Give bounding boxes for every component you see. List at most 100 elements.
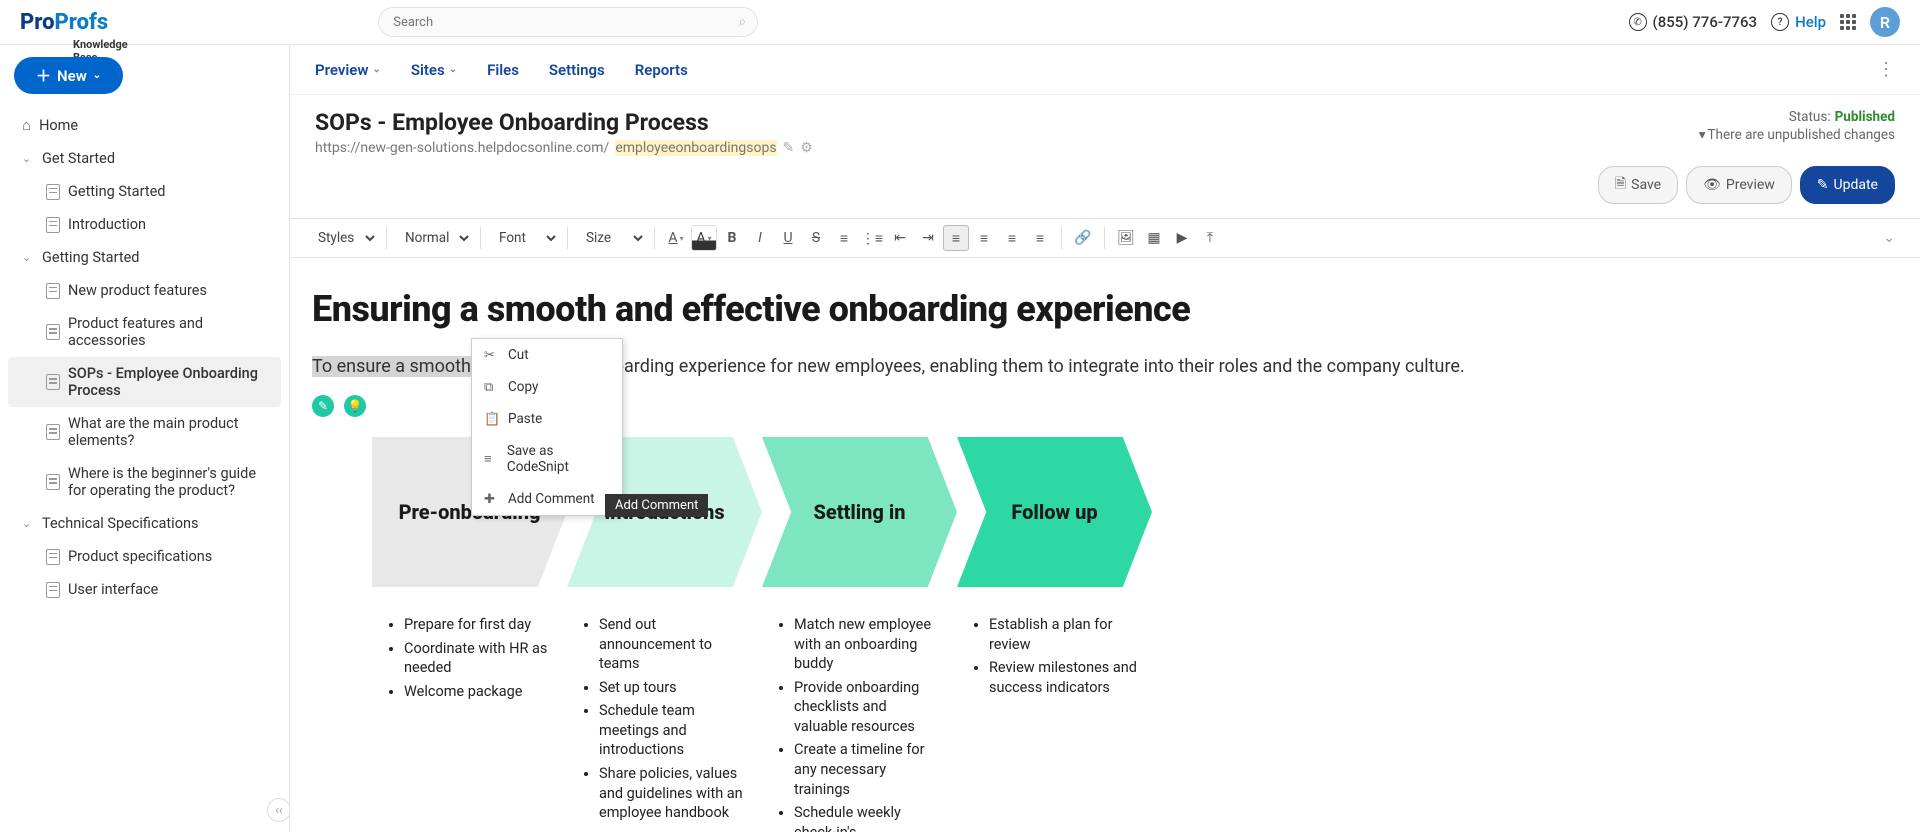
- ai-suggest-icon[interactable]: ✎: [312, 395, 334, 417]
- status-value: Published: [1835, 109, 1895, 125]
- apps-menu-icon[interactable]: [1840, 14, 1856, 30]
- page-icon: [46, 324, 60, 340]
- ctx-copy[interactable]: ⧉Copy: [472, 371, 622, 403]
- collapse-sidebar-icon[interactable]: ‹‹: [267, 798, 290, 822]
- phone-number: (855) 776-7763: [1653, 13, 1758, 31]
- top-bar: ProProfs Knowledge Base ⌕ ✆ (855) 776-77…: [0, 0, 1920, 45]
- underline-button[interactable]: U: [775, 225, 801, 251]
- ai-idea-icon[interactable]: 💡: [344, 395, 366, 417]
- page-icon: [46, 374, 60, 390]
- strike-button[interactable]: S: [803, 225, 829, 251]
- ctx-cut[interactable]: ✂Cut: [472, 339, 622, 371]
- sidebar-section-getting-started-2[interactable]: ⌄Getting Started: [8, 241, 281, 274]
- ordered-list-button[interactable]: ≡: [831, 225, 857, 251]
- indent-button[interactable]: ⇥: [915, 225, 941, 251]
- sidebar-item-product-specs[interactable]: Product specifications: [8, 540, 281, 573]
- help-icon: ?: [1771, 13, 1789, 31]
- sidebar-item-introduction[interactable]: Introduction: [8, 208, 281, 241]
- sidebar-item-main-elements[interactable]: What are the main product elements?: [8, 407, 281, 457]
- ctx-add-comment[interactable]: ✚Add Comment: [472, 483, 622, 515]
- process-step-3: Settling in: [762, 437, 957, 587]
- menu-reports[interactable]: Reports: [635, 61, 688, 79]
- sidebar: ＋ New ⌄ ⌂Home ⌄Get Started Getting Start…: [0, 45, 290, 832]
- phone-icon: ✆: [1629, 13, 1647, 31]
- table-button[interactable]: ▦: [1141, 225, 1167, 251]
- menu-bar: Preview ⌄ Sites ⌄ Files Settings Reports…: [290, 45, 1920, 95]
- col-3: Match new employee with an onboarding bu…: [762, 615, 957, 832]
- sidebar-item-new-product-features[interactable]: New product features: [8, 274, 281, 307]
- page-title: SOPs - Employee Onboarding Process: [315, 109, 1699, 136]
- size-select[interactable]: Size: [576, 225, 646, 251]
- logo[interactable]: ProProfs: [20, 10, 108, 35]
- menu-settings[interactable]: Settings: [549, 61, 605, 79]
- align-justify-button[interactable]: ≡: [1027, 225, 1053, 251]
- save-button[interactable]: 🗎Save: [1598, 166, 1678, 204]
- align-center-button[interactable]: ≡: [971, 225, 997, 251]
- image-button[interactable]: 🖼: [1113, 225, 1139, 251]
- eye-icon: 👁: [1703, 177, 1721, 193]
- col-2: Send out announcement to teamsSet up tou…: [567, 615, 762, 832]
- sidebar-item-product-features[interactable]: Product features and accessories: [8, 307, 281, 357]
- comment-icon: ✚: [484, 492, 498, 507]
- bg-color-button[interactable]: A: [691, 225, 717, 251]
- page-icon: [46, 217, 60, 233]
- edit-icon[interactable]: ✎: [783, 140, 795, 156]
- italic-button[interactable]: I: [747, 225, 773, 251]
- pencil-icon: ✎: [1817, 177, 1829, 193]
- editor-toolbar: Styles Normal Font Size A A B I U S ≡ ⋮≡…: [290, 218, 1920, 258]
- upload-button[interactable]: ⤒: [1197, 225, 1223, 251]
- save-icon: 🗎: [1615, 173, 1626, 197]
- update-button[interactable]: ✎Update: [1800, 166, 1895, 204]
- format-select[interactable]: Normal: [395, 225, 472, 251]
- outdent-button[interactable]: ⇤: [887, 225, 913, 251]
- col-1: Prepare for first dayCoordinate with HR …: [372, 615, 567, 832]
- phone-link[interactable]: ✆ (855) 776-7763: [1629, 13, 1758, 31]
- gear-icon[interactable]: ⚙: [800, 140, 813, 156]
- sidebar-section-get-started[interactable]: ⌄Get Started: [8, 142, 281, 175]
- sidebar-item-sops[interactable]: SOPs - Employee Onboarding Process: [8, 357, 281, 407]
- avatar[interactable]: R: [1870, 7, 1900, 37]
- status-label: Status:: [1789, 109, 1831, 125]
- sidebar-section-technical[interactable]: ⌄Technical Specifications: [8, 507, 281, 540]
- page-icon: [46, 184, 60, 200]
- page-icon: [46, 549, 60, 565]
- text-color-button[interactable]: A: [663, 225, 689, 251]
- chevron-down-icon: ⌄: [22, 517, 34, 530]
- styles-select[interactable]: Styles: [308, 225, 378, 251]
- cut-icon: ✂: [484, 348, 498, 363]
- help-label: Help: [1795, 13, 1826, 31]
- home-icon: ⌂: [22, 116, 31, 134]
- sidebar-item-beginners-guide[interactable]: Where is the beginner's guide for operat…: [8, 457, 281, 507]
- link-button[interactable]: 🔗: [1070, 225, 1096, 251]
- new-button[interactable]: ＋ New ⌄: [14, 57, 123, 94]
- copy-icon: ⧉: [484, 380, 498, 395]
- align-left-button[interactable]: ≡: [943, 225, 969, 251]
- more-menu-icon[interactable]: ⋮: [1877, 59, 1895, 80]
- page-icon: [46, 424, 60, 440]
- menu-sites[interactable]: Sites ⌄: [411, 61, 457, 79]
- context-menu: ✂Cut ⧉Copy 📋Paste ≡Save as CodeSnipt ✚Ad…: [471, 338, 623, 516]
- font-select[interactable]: Font: [489, 225, 559, 251]
- video-button[interactable]: ▶: [1169, 225, 1195, 251]
- bold-button[interactable]: B: [719, 225, 745, 251]
- menu-files[interactable]: Files: [487, 61, 519, 79]
- sidebar-item-getting-started[interactable]: Getting Started: [8, 175, 281, 208]
- unordered-list-button[interactable]: ⋮≡: [859, 225, 885, 251]
- sidebar-item-user-interface[interactable]: User interface: [8, 573, 281, 606]
- page-icon: [46, 283, 60, 299]
- preview-button[interactable]: 👁Preview: [1686, 166, 1792, 204]
- code-icon: ≡: [484, 451, 497, 467]
- page-icon: [46, 582, 60, 598]
- ctx-paste[interactable]: 📋Paste: [472, 403, 622, 435]
- help-link[interactable]: ? Help: [1771, 13, 1826, 31]
- search-input[interactable]: [378, 7, 758, 37]
- doc-heading: Ensuring a smooth and effective onboardi…: [312, 288, 1898, 330]
- ctx-codesnippet[interactable]: ≡Save as CodeSnipt: [472, 435, 622, 483]
- page-url: https://new-gen-solutions.helpdocsonline…: [315, 140, 1699, 156]
- menu-preview[interactable]: Preview ⌄: [315, 61, 381, 79]
- sidebar-home[interactable]: ⌂Home: [8, 108, 281, 142]
- unpublished-indicator[interactable]: There are unpublished changes: [1699, 127, 1895, 143]
- expand-toolbar-button[interactable]: ⌄: [1876, 225, 1902, 251]
- process-step-4: Follow up: [957, 437, 1152, 587]
- align-right-button[interactable]: ≡: [999, 225, 1025, 251]
